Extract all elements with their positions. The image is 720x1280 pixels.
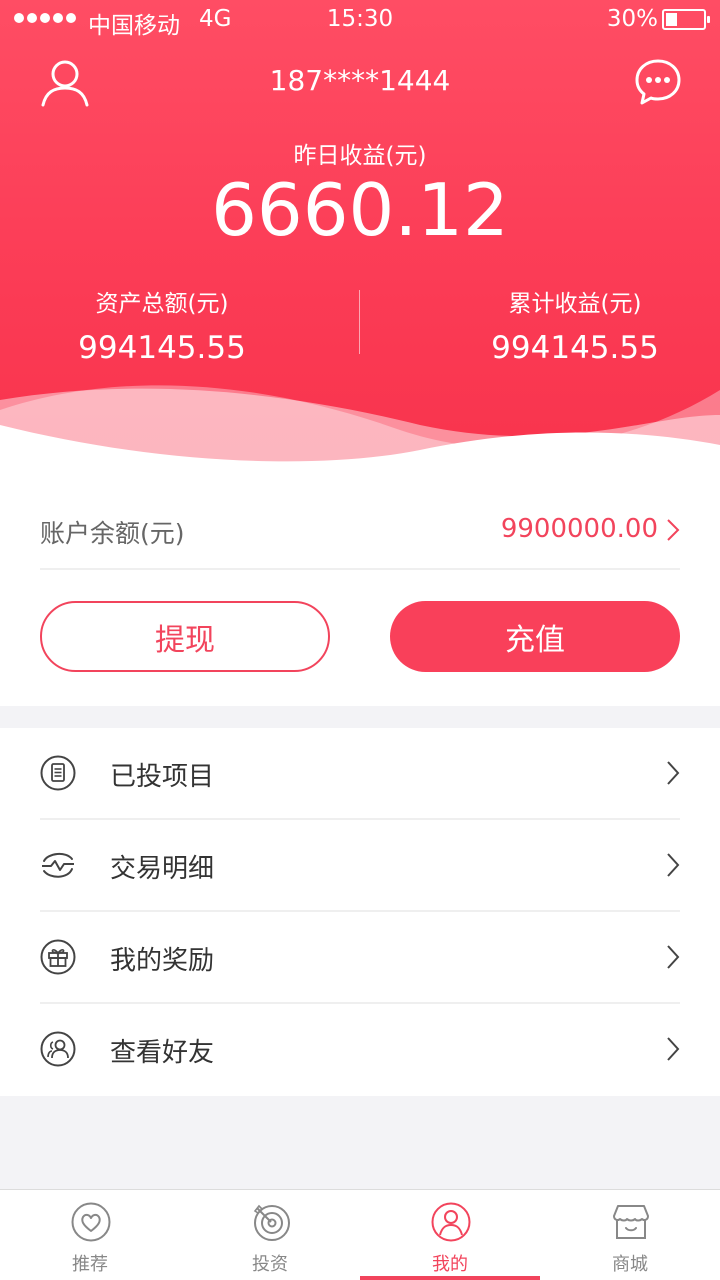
message-icon[interactable] [634,58,682,106]
chevron-right-icon [667,1037,680,1061]
menu-list: 已投项目 交易明细 我的奖励 查看好友 [0,728,720,1096]
yesterday-earnings-value: 6660.12 [211,168,509,252]
menu-item-label: 已投项目 [110,762,215,792]
yesterday-earnings-label: 昨日收益(元) [293,143,427,169]
bottom-tab-bar: 推荐 投资 我的 商城 [0,1189,720,1280]
header-wave-decoration [0,385,720,480]
active-tab-indicator [360,1276,540,1280]
tab-store[interactable]: 商城 [540,1190,720,1280]
menu-item-label: 查看好友 [110,1038,215,1068]
tab-invest[interactable]: 投资 [180,1190,360,1280]
friends-icon [40,1031,76,1067]
menu-item-invested-projects[interactable]: 已投项目 [40,728,680,820]
header-panel: 中国移动 4G 15:30 30% 187****1444 昨日收益(元) 66… [0,0,720,480]
heart-icon [71,1202,111,1242]
status-bar: 中国移动 4G 15:30 30% [0,0,720,40]
menu-item-label: 我的奖励 [110,946,215,976]
menu-item-view-friends[interactable]: 查看好友 [40,1004,680,1096]
cumulative-earnings: 累计收益(元) 994145.55 [425,284,720,366]
total-assets: 资产总额(元) 994145.55 [12,284,312,366]
chevron-right-icon [667,519,680,541]
account-balance-label: 账户余额(元) [40,519,185,548]
total-assets-value: 994145.55 [78,330,246,366]
chevron-right-icon [667,945,680,969]
target-icon [253,1204,290,1241]
tab-mine[interactable]: 我的 [360,1190,540,1280]
user-phone-number: 187****1444 [269,64,451,97]
chevron-right-icon [667,853,680,877]
tab-label: 推荐 [72,1254,108,1275]
recharge-button[interactable]: 充值 [390,601,680,672]
cumulative-earnings-value: 994145.55 [491,330,659,366]
menu-item-my-rewards[interactable]: 我的奖励 [40,912,680,1004]
chevron-right-icon [667,761,680,785]
tab-label: 商城 [612,1254,648,1275]
store-icon [613,1205,649,1239]
cumulative-earnings-label: 累计收益(元) [508,291,642,317]
profile-icon [431,1202,471,1242]
gift-icon [40,939,76,975]
battery-percent: 30% [606,6,658,32]
balance-card: 账户余额(元) 9900000.00 提现 充值 [0,480,720,706]
withdraw-button[interactable]: 提现 [40,601,330,672]
total-assets-label: 资产总额(元) [95,291,229,317]
account-balance-row[interactable]: 账户余额(元) 9900000.00 [40,500,680,570]
menu-item-label: 交易明细 [110,854,215,884]
tab-recommend[interactable]: 推荐 [0,1190,180,1280]
document-icon [40,755,76,791]
wave-transaction-icon [42,853,74,878]
account-balance-amount: 9900000.00 [500,514,658,544]
tab-label: 投资 [252,1254,288,1275]
stats-divider [359,290,360,354]
battery-icon [662,9,710,30]
tab-label: 我的 [432,1254,468,1275]
menu-item-transaction-details[interactable]: 交易明细 [40,820,680,912]
